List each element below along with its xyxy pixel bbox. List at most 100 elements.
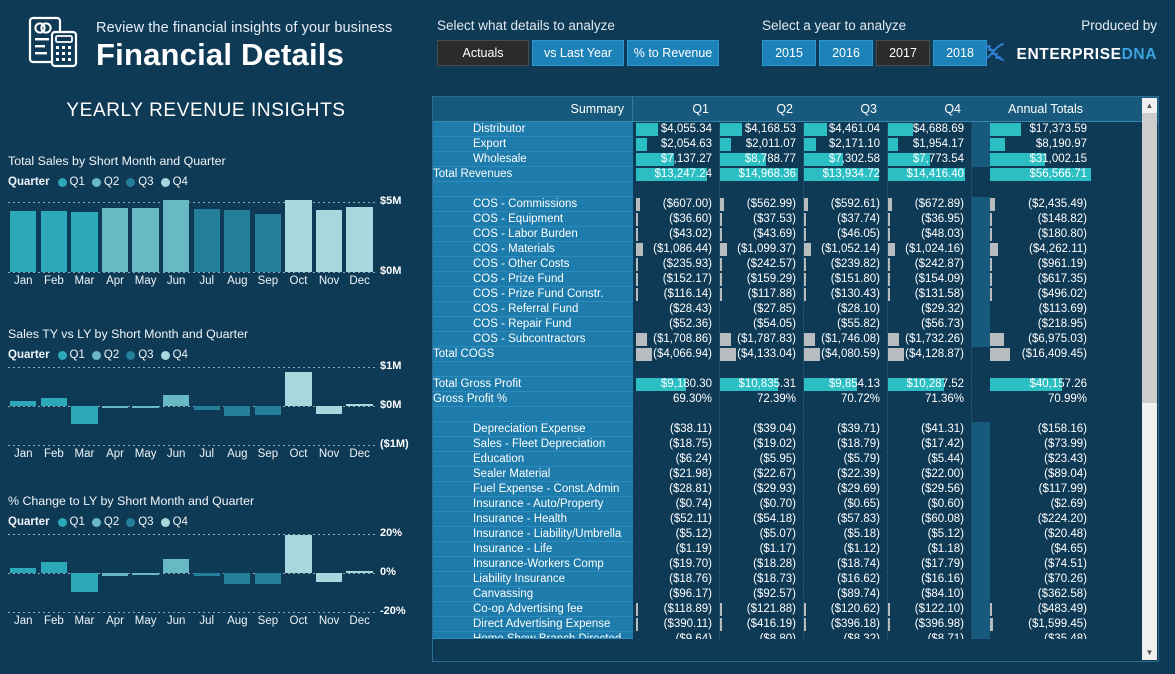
table-cell[interactable]: ($5.12) [636, 527, 720, 542]
table-cell[interactable]: ($4.65) [990, 542, 1094, 557]
table-row[interactable]: Total Revenues $13,247.24 $14,968.36 $13,93… [433, 167, 1158, 182]
table-cell[interactable]: 70.99% [990, 392, 1094, 407]
bar-feb[interactable] [40, 398, 67, 406]
table-cell[interactable]: ($1,787.83) [720, 332, 804, 347]
table-cell[interactable]: ($29.93) [720, 482, 804, 497]
table-cell[interactable]: 69.30% [636, 392, 720, 407]
bar-jul[interactable] [193, 209, 220, 272]
table-cell[interactable]: ($28.43) [636, 302, 720, 317]
bar-slot[interactable] [222, 194, 253, 272]
bar-feb[interactable] [40, 562, 67, 573]
bar-may[interactable] [132, 573, 159, 575]
table-cell[interactable]: ($29.56) [888, 482, 972, 497]
table-cell[interactable]: ($1,599.45) [990, 617, 1094, 632]
table-cell[interactable]: ($0.70) [720, 497, 804, 512]
table-cell[interactable]: ($672.89) [888, 197, 972, 212]
table-cell[interactable]: ($113.69) [990, 302, 1094, 317]
table-cell[interactable]: ($22.67) [720, 467, 804, 482]
matrix-column-header[interactable]: Annual Totals [987, 97, 1091, 121]
table-cell[interactable]: $9,180.30 [636, 377, 720, 392]
table-cell[interactable]: ($28.81) [636, 482, 720, 497]
table-cell[interactable]: $10,835.31 [720, 377, 804, 392]
table-cell[interactable]: ($396.98) [888, 617, 972, 632]
details-option-vs-last-year[interactable]: vs Last Year [532, 40, 624, 66]
table-cell[interactable]: ($8.71) [888, 632, 972, 639]
table-row[interactable]: Direct Advertising Expense ($390.11) ($416… [433, 617, 1158, 632]
bar-slot[interactable] [130, 367, 161, 445]
table-row[interactable]: COS - Referral Fund ($28.43) ($27.85) ($28.… [433, 302, 1158, 317]
table-cell[interactable]: ($1.17) [720, 542, 804, 557]
table-cell[interactable]: ($0.74) [636, 497, 720, 512]
table-cell[interactable]: ($48.03) [888, 227, 972, 242]
table-cell[interactable]: ($18.28) [720, 557, 804, 572]
table-cell[interactable]: ($41.31) [888, 422, 972, 437]
bar-apr[interactable] [101, 573, 129, 576]
year-option-2017[interactable]: 2017 [876, 40, 930, 66]
table-cell[interactable]: ($4,066.94) [636, 347, 720, 362]
table-cell[interactable]: ($18.76) [636, 572, 720, 587]
table-cell[interactable] [804, 182, 888, 197]
details-option-actuals[interactable]: Actuals [437, 40, 529, 66]
bar-slot[interactable] [161, 534, 192, 612]
bar-slot[interactable] [69, 367, 100, 445]
table-cell[interactable]: ($39.71) [804, 422, 888, 437]
table-cell[interactable]: ($43.69) [720, 227, 804, 242]
matrix-column-header[interactable]: Q3 [801, 97, 885, 121]
bar-nov[interactable] [315, 406, 343, 415]
bar-slot[interactable] [283, 194, 314, 272]
bar-mar[interactable] [71, 573, 98, 592]
table-cell[interactable]: ($19.02) [720, 437, 804, 452]
matrix-column-header[interactable]: Q2 [717, 97, 801, 121]
bar-oct[interactable] [285, 199, 312, 272]
table-row[interactable]: Wholesale $7,137.27 $8,788.77 $7,302.58 $7,7… [433, 152, 1158, 167]
table-cell[interactable]: ($22.00) [888, 467, 972, 482]
table-row[interactable]: COS - Subcontractors ($1,708.86) ($1,787.8… [433, 332, 1158, 347]
bar-apr[interactable] [101, 406, 129, 409]
table-row[interactable]: Education ($6.24) ($5.95) ($5.79) ($5.44) ($2… [433, 452, 1158, 467]
bar-aug[interactable] [224, 210, 251, 272]
bar-slot[interactable] [253, 534, 284, 612]
table-cell[interactable]: ($416.19) [720, 617, 804, 632]
table-row[interactable]: Insurance-Workers Comp ($19.70) ($18.28) ($… [433, 557, 1158, 572]
bar-slot[interactable] [69, 534, 100, 612]
table-cell[interactable]: ($159.29) [720, 272, 804, 287]
table-cell[interactable]: ($180.80) [990, 227, 1094, 242]
table-cell[interactable]: 70.72% [804, 392, 888, 407]
table-cell[interactable]: ($1.18) [888, 542, 972, 557]
table-cell[interactable]: $31,002.15 [990, 152, 1094, 167]
table-cell[interactable]: ($60.08) [888, 512, 972, 527]
table-cell[interactable]: ($130.43) [804, 287, 888, 302]
bar-slot[interactable] [130, 534, 161, 612]
table-row[interactable] [433, 407, 1158, 422]
table-cell[interactable]: $14,968.36 [720, 167, 804, 182]
sales-ty-ly-legend-q3[interactable]: Q3 [126, 349, 154, 361]
table-cell[interactable] [636, 362, 720, 377]
table-row[interactable]: Sealer Material ($21.98) ($22.67) ($22.39) (… [433, 467, 1158, 482]
table-cell[interactable]: ($592.61) [804, 197, 888, 212]
table-cell[interactable]: ($16.62) [804, 572, 888, 587]
table-cell[interactable] [636, 407, 720, 422]
table-cell[interactable]: ($52.36) [636, 317, 720, 332]
table-cell[interactable]: ($36.95) [888, 212, 972, 227]
bar-jul[interactable] [193, 406, 220, 410]
table-cell[interactable]: $2,054.63 [636, 137, 720, 152]
bar-aug[interactable] [224, 406, 251, 417]
bar-jun[interactable] [163, 200, 190, 272]
table-cell[interactable]: ($8.32) [804, 632, 888, 639]
table-cell[interactable]: $8,190.97 [990, 137, 1094, 152]
bar-slot[interactable] [39, 534, 70, 612]
bar-slot[interactable] [100, 194, 131, 272]
table-cell[interactable]: ($56.73) [888, 317, 972, 332]
bar-slot[interactable] [161, 194, 192, 272]
table-cell[interactable]: ($1,708.86) [636, 332, 720, 347]
table-cell[interactable] [720, 407, 804, 422]
table-cell[interactable]: ($96.17) [636, 587, 720, 602]
table-cell[interactable]: ($46.05) [804, 227, 888, 242]
matrix-column-header[interactable]: Q1 [633, 97, 717, 121]
year-option-2015[interactable]: 2015 [762, 40, 816, 66]
table-row[interactable]: Total Gross Profit $9,180.30 $10,835.31 $9,… [433, 377, 1158, 392]
bar-slot[interactable] [39, 367, 70, 445]
bar-oct[interactable] [285, 371, 312, 406]
bar-slot[interactable] [314, 367, 345, 445]
table-row[interactable]: Insurance - Liability/Umbrella ($5.12) ($5… [433, 527, 1158, 542]
